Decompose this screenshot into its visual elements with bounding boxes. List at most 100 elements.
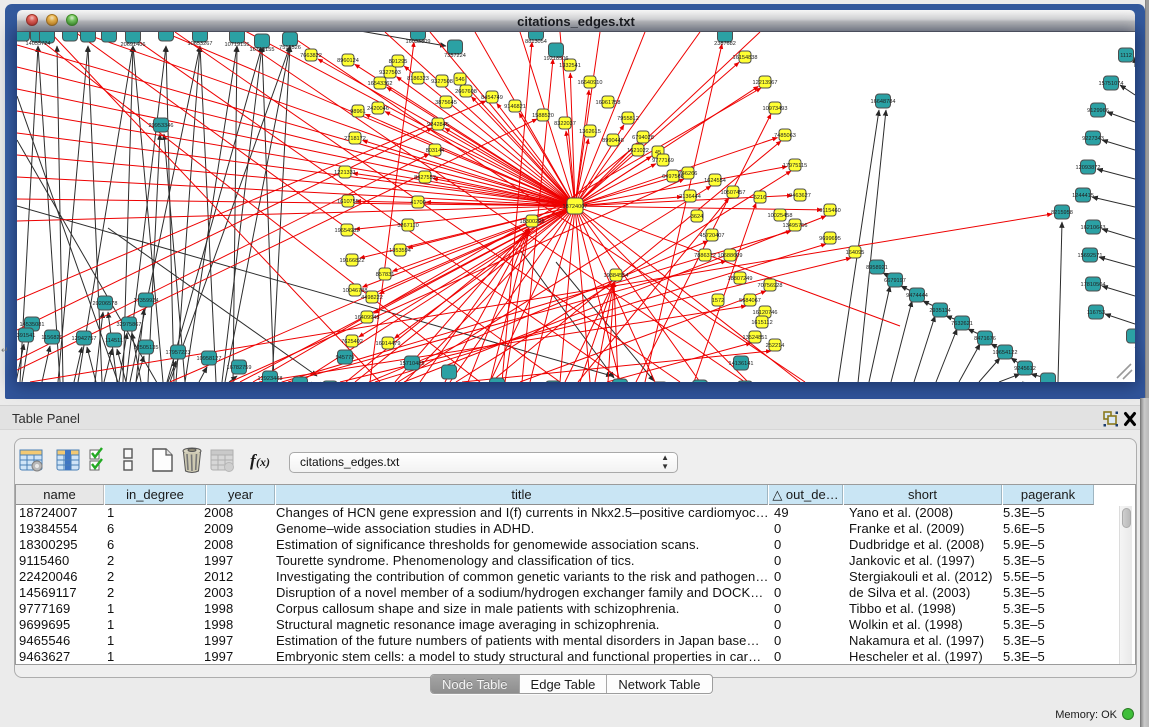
svg-text:116753: 116753 <box>1087 310 1105 316</box>
svg-text:9777169: 9777169 <box>652 158 674 164</box>
svg-text:9699695: 9699695 <box>819 236 841 242</box>
svg-text:7632621: 7632621 <box>951 321 973 327</box>
svg-text:20953346: 20953346 <box>149 123 174 129</box>
svg-text:9115460: 9115460 <box>819 208 840 214</box>
svg-text:1572: 1572 <box>712 298 724 304</box>
svg-text:18724007: 18724007 <box>563 204 588 210</box>
svg-text:70756928: 70756928 <box>758 283 783 289</box>
svg-text:16782759: 16782759 <box>227 365 252 371</box>
svg-text:746266: 746266 <box>679 171 698 177</box>
svg-text:9242845: 9242845 <box>427 122 449 128</box>
svg-text:18807249: 18807249 <box>728 276 753 282</box>
svg-text:15692571: 15692571 <box>1078 253 1103 259</box>
svg-text:19166822: 19166822 <box>340 258 365 264</box>
svg-text:9146821: 9146821 <box>504 104 526 110</box>
svg-text:16713155: 16713155 <box>250 47 275 53</box>
svg-text:45720407: 45720407 <box>700 233 725 239</box>
svg-text:10973493: 10973493 <box>763 106 788 112</box>
svg-text:12942757: 12942757 <box>72 336 97 342</box>
svg-text:15751074: 15751074 <box>1099 81 1124 87</box>
svg-text:1156829: 1156829 <box>41 335 62 341</box>
svg-text:16409948: 16409948 <box>355 315 380 321</box>
svg-text:1221331: 1221331 <box>334 170 356 176</box>
svg-text:7515526: 7515526 <box>279 45 301 51</box>
svg-text:1621022: 1621022 <box>627 148 649 154</box>
svg-text:14136141: 14136141 <box>729 361 754 367</box>
svg-text:45: 45 <box>655 150 661 156</box>
svg-text:114511: 114511 <box>105 338 123 344</box>
svg-text:9463627: 9463627 <box>789 193 811 199</box>
svg-text:3624: 3624 <box>691 214 703 220</box>
svg-text:17810504: 17810504 <box>1081 282 1106 288</box>
svg-text:164095: 164095 <box>846 250 865 256</box>
svg-text:16154838: 16154838 <box>733 55 758 61</box>
svg-text:9327503: 9327503 <box>379 70 401 76</box>
svg-text:8813054: 8813054 <box>525 39 547 45</box>
svg-text:7955812: 7955812 <box>617 116 639 122</box>
svg-text:12505135: 12505135 <box>134 345 159 351</box>
svg-text:10507457: 10507457 <box>721 190 746 196</box>
svg-text:2718172: 2718172 <box>344 136 366 142</box>
svg-text:8960124: 8960124 <box>337 58 359 64</box>
svg-text:1588520: 1588520 <box>532 113 554 119</box>
svg-text:10654122: 10654122 <box>993 350 1018 356</box>
svg-text:2667608: 2667608 <box>455 89 477 95</box>
svg-text:2935114: 2935114 <box>929 308 950 314</box>
svg-text:9129966: 9129966 <box>1087 108 1109 114</box>
svg-text:391541: 391541 <box>17 333 35 339</box>
svg-text:18300295: 18300295 <box>520 219 545 225</box>
svg-text:19218506: 19218506 <box>544 56 569 62</box>
svg-text:15710485: 15710485 <box>400 361 425 367</box>
svg-text:1615112: 1615112 <box>751 320 772 326</box>
svg-text:10025458: 10025458 <box>768 213 793 219</box>
svg-text:1332541: 1332541 <box>559 63 581 69</box>
svg-text:16961758: 16961758 <box>596 100 621 106</box>
svg-text:12093872: 12093872 <box>1076 165 1101 171</box>
svg-text:20206578: 20206578 <box>93 301 118 307</box>
svg-text:1112: 1112 <box>1120 53 1132 59</box>
svg-text:12213967: 12213967 <box>753 80 778 86</box>
svg-text:945779: 945779 <box>336 355 355 361</box>
svg-text:8958921: 8958921 <box>866 265 888 271</box>
svg-text:6679197: 6679197 <box>884 278 906 284</box>
svg-text:2387682: 2387682 <box>714 41 736 47</box>
svg-text:9245612: 9245612 <box>1014 366 1036 372</box>
svg-text:5684067: 5684067 <box>739 298 761 304</box>
svg-text:891295: 891295 <box>389 59 408 65</box>
svg-text:1624554: 1624554 <box>704 178 726 184</box>
svg-text:9327508: 9327508 <box>431 79 453 85</box>
svg-text:13495756: 13495756 <box>783 223 808 229</box>
svg-text:8454749: 8454749 <box>481 95 503 101</box>
svg-text:9227343: 9227343 <box>1082 136 1104 142</box>
svg-text:32975867: 32975867 <box>117 322 142 328</box>
svg-text:13524851: 13524851 <box>743 335 768 341</box>
svg-text:8471676: 8471676 <box>974 336 996 342</box>
svg-text:6794028: 6794028 <box>632 135 654 141</box>
svg-text:16210643: 16210643 <box>1081 225 1106 231</box>
svg-text:1244415: 1244415 <box>1072 193 1094 199</box>
svg-text:4498222: 4498222 <box>361 295 383 301</box>
svg-text:10653267: 10653267 <box>188 41 213 47</box>
svg-text:7663822: 7663822 <box>300 53 322 59</box>
svg-text:6216: 6216 <box>754 195 766 201</box>
svg-text:546: 546 <box>455 77 464 83</box>
svg-text:41700: 41700 <box>410 200 426 206</box>
svg-text:10046788: 10046788 <box>343 288 368 294</box>
svg-text:(x): (x) <box>256 455 270 469</box>
svg-text:16033809: 16033809 <box>406 39 431 45</box>
svg-text:14055724: 14055724 <box>26 41 51 47</box>
svg-text:19654982: 19654982 <box>335 228 360 234</box>
svg-text:2136444: 2136444 <box>679 194 701 200</box>
svg-text:12923448: 12923448 <box>258 376 283 382</box>
svg-text:7625402: 7625402 <box>341 339 363 345</box>
svg-text:14535081: 14535081 <box>20 322 45 328</box>
svg-text:17359924: 17359924 <box>134 298 159 304</box>
svg-text:16543362: 16543362 <box>368 81 393 87</box>
svg-text:7357224: 7357224 <box>444 53 466 59</box>
svg-text:19384554: 19384554 <box>604 273 629 279</box>
svg-text:8427552: 8427552 <box>414 175 436 181</box>
svg-text:1362615: 1362615 <box>579 129 601 135</box>
svg-text:1610755: 1610755 <box>337 199 359 205</box>
svg-text:3875645: 3875645 <box>435 100 457 106</box>
svg-text:16914479: 16914479 <box>376 341 401 347</box>
